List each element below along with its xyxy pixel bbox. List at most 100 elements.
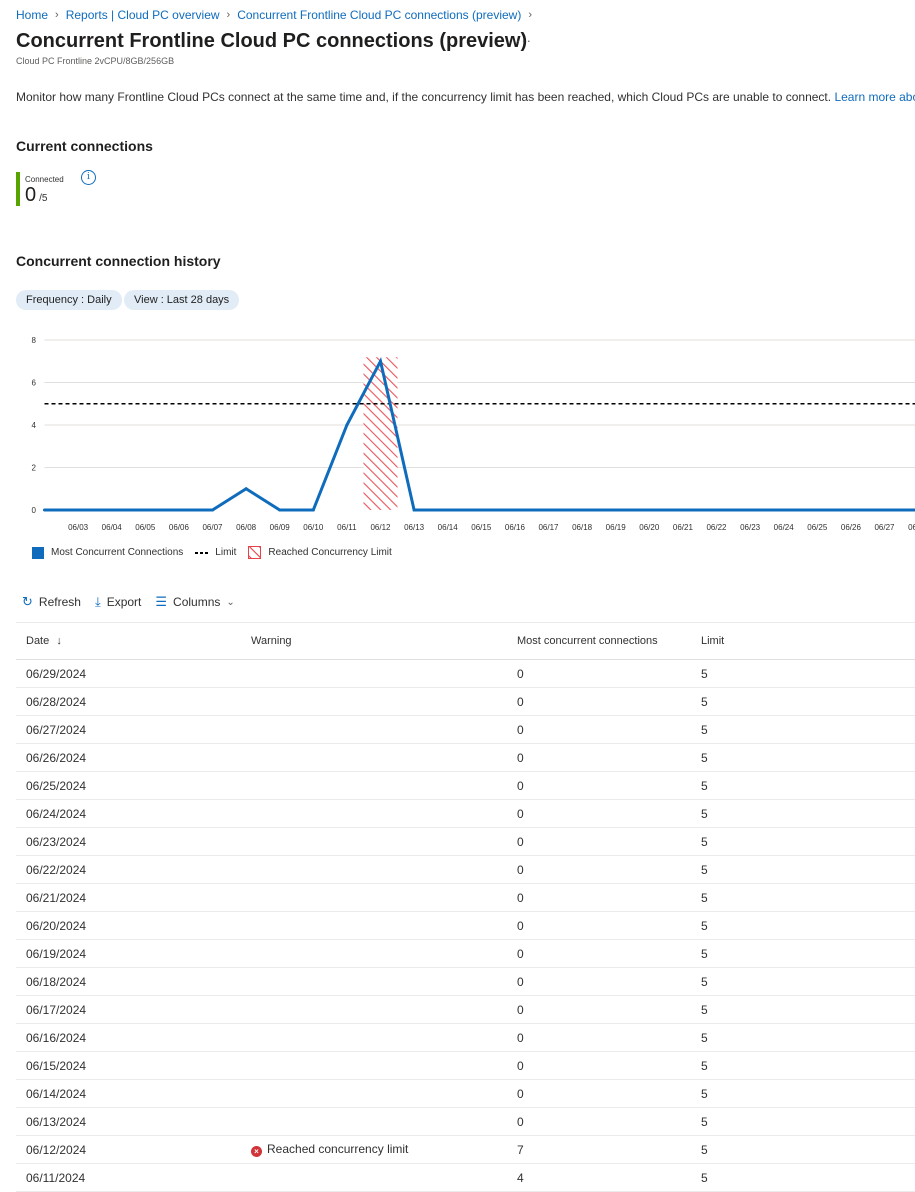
table-row[interactable]: 06/21/202405 xyxy=(16,884,915,912)
legend-series-label: Most Concurrent Connections xyxy=(51,547,183,558)
cell-limit: 5 xyxy=(691,1052,915,1080)
legend-reached-label: Reached Concurrency Limit xyxy=(268,547,391,558)
cell-date: 06/19/2024 xyxy=(16,940,241,968)
table-row[interactable]: 06/17/202405 xyxy=(16,996,915,1024)
x-tick-label: 06/28 xyxy=(908,523,915,532)
cell-date: 06/27/2024 xyxy=(16,716,241,744)
cell-most-concurrent-text: 0 xyxy=(517,863,524,877)
data-point xyxy=(345,424,348,427)
cell-most-concurrent: 0 xyxy=(507,912,691,940)
cell-limit: 5 xyxy=(691,996,915,1024)
data-point xyxy=(849,509,852,512)
x-tick-label: 06/25 xyxy=(807,523,828,532)
table-row[interactable]: 06/15/202405 xyxy=(16,1052,915,1080)
data-point xyxy=(312,509,315,512)
table-row[interactable]: 06/18/202405 xyxy=(16,968,915,996)
table-row[interactable]: 06/27/202405 xyxy=(16,716,915,744)
error-icon: × xyxy=(251,1146,262,1157)
cell-limit: 5 xyxy=(691,884,915,912)
breadcrumb-reports[interactable]: Reports | Cloud PC overview xyxy=(66,8,220,22)
more-options-button[interactable]: ··· xyxy=(516,33,532,48)
cell-most-concurrent: 0 xyxy=(507,856,691,884)
table-row[interactable]: 06/13/202405 xyxy=(16,1108,915,1136)
table-row[interactable]: 06/23/202405 xyxy=(16,828,915,856)
column-header-warning[interactable]: Warning xyxy=(241,623,507,660)
legend-limit-label: Limit xyxy=(215,547,236,558)
cell-most-concurrent-text: 0 xyxy=(517,695,524,709)
cell-limit-text: 5 xyxy=(701,1031,708,1045)
cell-limit: 5 xyxy=(691,1080,915,1108)
chevron-down-icon: ⌄ xyxy=(226,597,234,608)
table-row[interactable]: 06/24/2024 0 5 xyxy=(16,800,915,828)
cell-date-text: 06/24/2024 xyxy=(26,807,86,821)
table-row[interactable]: 06/12/2024×Reached concurrency limit75 xyxy=(16,1136,915,1164)
table-row[interactable]: 06/14/202405 xyxy=(16,1080,915,1108)
frequency-filter-pill[interactable]: Frequency : Daily xyxy=(16,290,122,310)
column-header-limit[interactable]: Limit xyxy=(691,623,915,660)
cell-date: 06/24/2024 xyxy=(16,800,241,828)
cell-date-text: 06/22/2024 xyxy=(26,863,86,877)
columns-button[interactable]: ☰ Columns ⌄ xyxy=(155,594,234,610)
table-row[interactable]: 06/25/202405 xyxy=(16,772,915,800)
cell-warning xyxy=(241,772,507,800)
cell-most-concurrent: 0 xyxy=(507,884,691,912)
data-point xyxy=(681,509,684,512)
connected-limit: /5 xyxy=(39,193,47,204)
table-row[interactable]: 06/16/202405 xyxy=(16,1024,915,1052)
column-header-date[interactable]: Date ↓ xyxy=(16,623,241,660)
cell-most-concurrent: 0 xyxy=(507,772,691,800)
breadcrumb-current[interactable]: Concurrent Frontline Cloud PC connection… xyxy=(237,8,521,22)
view-filter-pill[interactable]: View : Last 28 days xyxy=(124,290,239,310)
learn-more-link[interactable]: Learn more about Windows 365 Frontline xyxy=(834,90,915,104)
x-tick-label: 06/21 xyxy=(673,523,694,532)
data-point xyxy=(278,509,281,512)
cell-warning-text: Reached concurrency limit xyxy=(267,1142,408,1156)
cell-most-concurrent-text: 0 xyxy=(517,779,524,793)
refresh-button[interactable]: ↻ Refresh xyxy=(22,594,81,610)
legend-limit[interactable]: Limit xyxy=(195,547,236,558)
export-button[interactable]: ⤓ Export xyxy=(95,594,141,610)
description-text: Monitor how many Frontline Cloud PCs con… xyxy=(16,90,831,104)
table-row[interactable]: 06/11/202445 xyxy=(16,1164,915,1192)
cell-date-text: 06/16/2024 xyxy=(26,1031,86,1045)
x-tick-label: 06/13 xyxy=(404,523,425,532)
table-row[interactable]: 06/22/202405 xyxy=(16,856,915,884)
data-point xyxy=(480,509,483,512)
cell-limit: 5 xyxy=(691,688,915,716)
table-row[interactable]: 06/29/202405 xyxy=(16,660,915,688)
breadcrumb-home[interactable]: Home xyxy=(16,8,48,22)
columns-label: Columns xyxy=(173,595,220,609)
cell-limit-text: 5 xyxy=(701,1171,708,1185)
table-row[interactable]: 06/26/202405 xyxy=(16,744,915,772)
cell-warning xyxy=(241,716,507,744)
cell-most-concurrent-text: 0 xyxy=(517,807,524,821)
chevron-right-icon: › xyxy=(55,9,59,21)
x-tick-label: 06/16 xyxy=(505,523,526,532)
cell-limit-text: 5 xyxy=(701,891,708,905)
cell-warning xyxy=(241,660,507,688)
connection-history-chart: 02468 06/0306/0406/0506/0606/0706/0806/0… xyxy=(0,328,915,540)
connected-count: 0 xyxy=(25,184,36,206)
cell-most-concurrent-text: 0 xyxy=(517,751,524,765)
x-tick-label: 06/12 xyxy=(370,523,391,532)
legend-reached[interactable]: Reached Concurrency Limit xyxy=(248,546,391,559)
cell-limit: 5 xyxy=(691,800,915,828)
cell-date-text: 06/20/2024 xyxy=(26,919,86,933)
status-bar xyxy=(16,172,20,206)
table-header-row: Date ↓ Warning Most concurrent connectio… xyxy=(16,623,915,660)
y-tick-label: 0 xyxy=(32,506,37,515)
y-tick-label: 8 xyxy=(32,336,37,345)
export-label: Export xyxy=(107,595,142,609)
legend-series[interactable]: Most Concurrent Connections xyxy=(32,547,183,559)
x-tick-label: 06/05 xyxy=(135,523,156,532)
cell-limit: 5 xyxy=(691,1108,915,1136)
cell-most-concurrent-text: 4 xyxy=(517,1171,524,1185)
cell-date: 06/17/2024 xyxy=(16,996,241,1024)
info-icon[interactable]: i xyxy=(81,170,96,185)
column-header-most-concurrent[interactable]: Most concurrent connections xyxy=(507,623,691,660)
table-row[interactable]: 06/28/202405 xyxy=(16,688,915,716)
table-row[interactable]: 06/20/2024 05 xyxy=(16,912,915,940)
table-row[interactable]: 06/19/202405 xyxy=(16,940,915,968)
x-tick-label: 06/20 xyxy=(639,523,660,532)
cell-limit: 5 xyxy=(691,912,915,940)
